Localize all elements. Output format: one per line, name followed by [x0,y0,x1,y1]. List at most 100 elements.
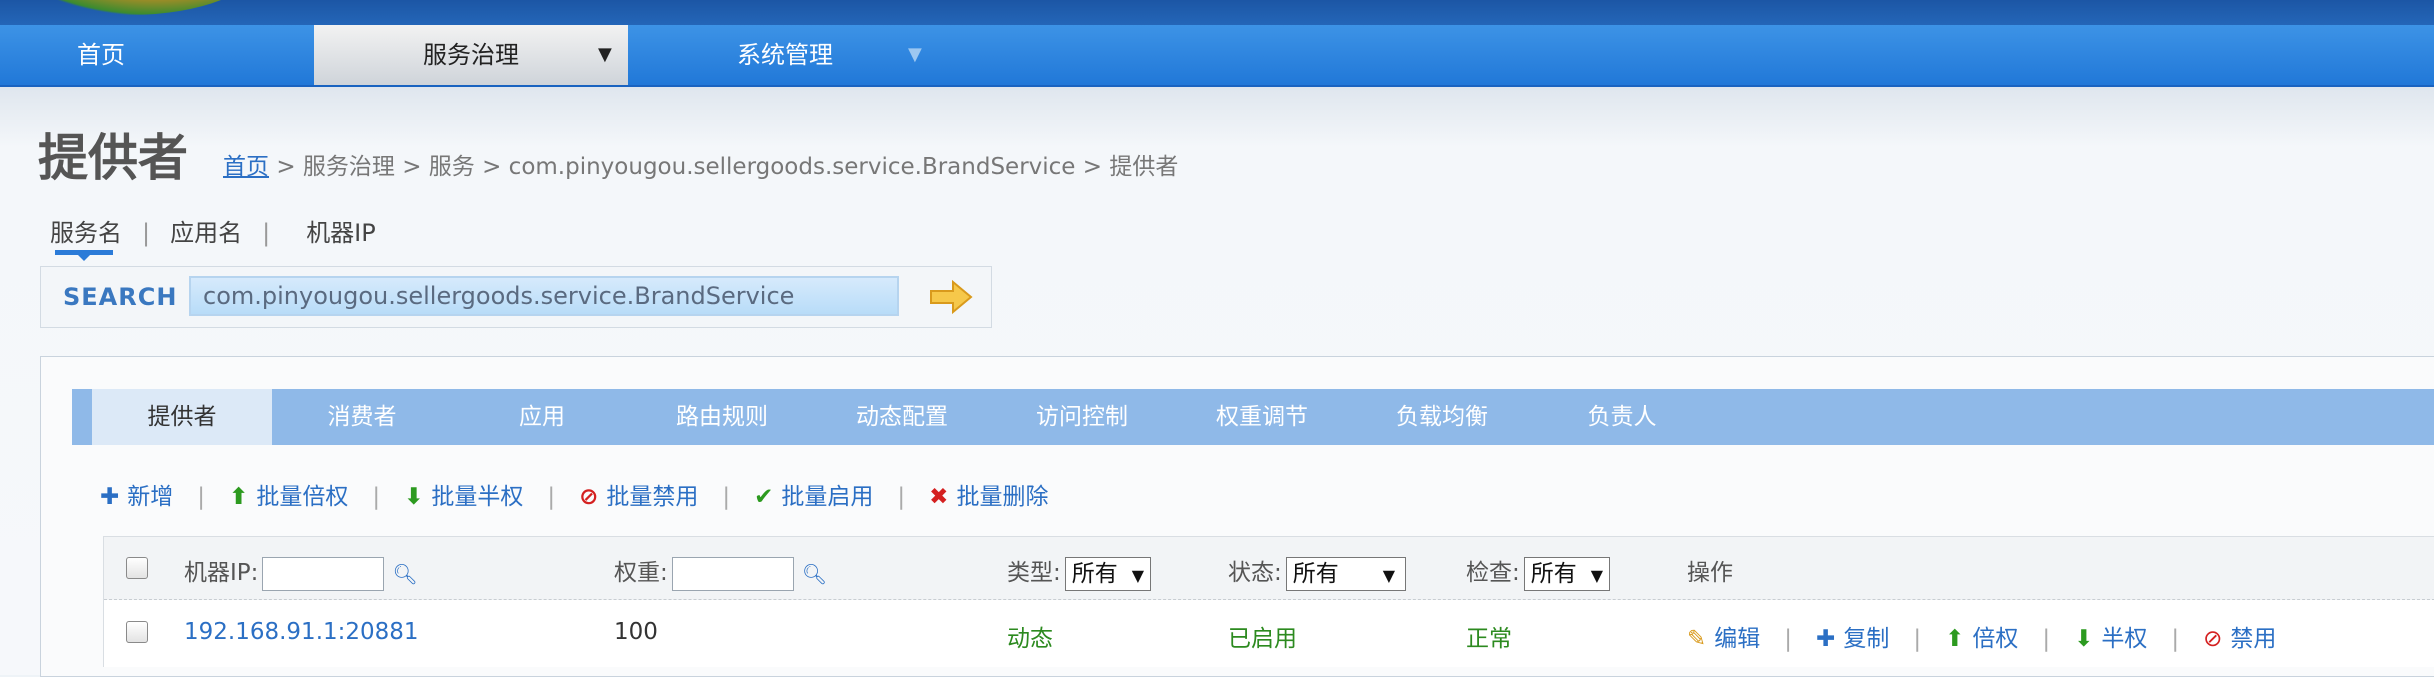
search-label: SEARCH [63,283,178,311]
top-banner [0,0,2434,25]
nav-item-service-governance[interactable]: 服务治理 ▼ [314,25,628,85]
nav-item-label: 系统管理 [737,41,833,69]
nav-item-label: 首页 [77,41,125,69]
action-label: 批量删除 [956,484,1049,510]
divider: | [1784,626,1793,652]
search-icon[interactable]: 🔍︎ [802,562,827,586]
divider: | [262,219,271,247]
divider: | [2042,626,2051,652]
edit-button[interactable]: ✎ 编辑 [1687,619,1760,653]
plus-icon: ✚ [1816,626,1836,652]
copy-button[interactable]: ✚ 复制 [1816,619,1889,653]
chevron-down-icon: ▼ [908,44,922,65]
double-weight-button[interactable]: ⬆ 倍权 [1945,619,2018,653]
op-label: 半权 [2101,626,2148,652]
batch-actions: ✚ 新增 | ⬆ 批量倍权 | ⬇ 批量半权 | ⊘ 批量禁用 | ✔ 批量启用 | ✖ 批量删除 [100,477,1048,511]
weight-filter: 权重: 🔍︎ [614,553,827,591]
tab-consumers[interactable]: 消费者 [272,389,452,445]
type-filter: 类型: 所有 ▼ [1007,553,1152,591]
arrow-up-icon: ⬆ [1945,626,1965,652]
ban-icon: ⊘ [579,484,599,510]
divider: | [2171,626,2180,652]
search-icon[interactable]: 🔍︎ [392,562,417,586]
divider: | [142,219,151,247]
type-select[interactable]: 所有 ▼ [1064,556,1152,591]
column-label: 检查: [1466,560,1520,586]
status-value: 已启用 [1228,626,1297,652]
breadcrumb-home-link[interactable]: 首页 [223,154,269,180]
logo [0,0,260,15]
tab-access-control[interactable]: 访问控制 [992,389,1172,445]
op-label: 倍权 [1972,626,2019,652]
tab-dynamic-config[interactable]: 动态配置 [812,389,992,445]
arrow-down-icon: ⬇ [2074,626,2094,652]
tab-machine-ip[interactable]: 机器IP [306,213,376,248]
action-label: 批量禁用 [606,484,699,510]
select-all-checkbox[interactable] [126,557,148,579]
divider: | [1913,626,1922,652]
batch-enable-button[interactable]: ✔ 批量启用 [754,477,873,511]
ban-icon: ⊘ [2203,626,2223,652]
weight-filter-input[interactable] [671,556,794,591]
tab-routing-rules[interactable]: 路由规则 [632,389,812,445]
divider: | [197,484,206,510]
divider: | [547,484,556,510]
nav-item-home[interactable]: 首页 [0,25,202,85]
main-nav: 首页 服务治理 ▼ 系统管理 ▼ [0,25,2434,87]
action-label: 批量倍权 [256,484,349,510]
plus-icon: ✚ [100,484,120,510]
check-select[interactable]: 所有 ▼ [1523,556,1611,591]
check-filter: 检查: 所有 ▼ [1466,553,1611,591]
sub-tabs: 提供者 消费者 应用 路由规则 动态配置 访问控制 权重调节 负载均衡 负责人 [72,389,2434,445]
breadcrumb-trail: > 服务治理 > 服务 > com.pinyougou.sellergoods.… [276,154,1179,180]
column-label: 类型: [1007,560,1061,586]
action-label: 批量半权 [431,484,524,510]
arrow-right-icon[interactable] [929,279,973,315]
batch-disable-button[interactable]: ⊘ 批量禁用 [579,477,698,511]
ops-header: 操作 [1687,560,1733,586]
batch-double-weight-button[interactable]: ⬆ 批量倍权 [229,477,348,511]
check-value: 正常 [1466,626,1512,652]
tab-service-name[interactable]: 服务名 [50,213,122,248]
active-tab-pointer [78,255,90,261]
tab-owner[interactable]: 负责人 [1532,389,1712,445]
table-header: 机器IP: 🔍︎ 权重: 🔍︎ 类型: 所有 ▼ 状态: 所有 ▼ 检查: 所有 ▼ 操作 [104,537,2434,600]
chevron-down-icon: ▼ [598,44,612,65]
batch-half-weight-button[interactable]: ⬇ 批量半权 [404,477,523,511]
column-label: 机器IP: [184,560,259,586]
action-label: 批量启用 [781,484,874,510]
add-button[interactable]: ✚ 新增 [100,477,173,511]
page-title: 提供者 [38,129,188,187]
ip-filter-input[interactable] [262,556,385,591]
row-checkbox[interactable] [126,621,148,643]
batch-delete-button[interactable]: ✖ 批量删除 [929,477,1048,511]
select-value: 所有 [1292,560,1339,587]
pencil-icon: ✎ [1687,626,1707,652]
status-select[interactable]: 所有 ▼ [1285,556,1407,591]
weight-value: 100 [614,619,658,645]
tab-applications[interactable]: 应用 [452,389,632,445]
tab-load-balance[interactable]: 负载均衡 [1352,389,1532,445]
provider-ip-link[interactable]: 192.168.91.1:20881 [184,619,419,645]
nav-item-label: 服务治理 [423,41,519,69]
tab-app-name[interactable]: 应用名 [170,213,242,248]
tab-providers[interactable]: 提供者 [92,389,272,445]
check-icon: ✔ [754,484,774,510]
action-label: 新增 [127,484,174,510]
search-input[interactable] [189,276,899,316]
select-value: 所有 [1071,560,1118,587]
op-label: 编辑 [1714,626,1761,652]
half-weight-button[interactable]: ⬇ 半权 [2074,619,2147,653]
providers-table: 机器IP: 🔍︎ 权重: 🔍︎ 类型: 所有 ▼ 状态: 所有 ▼ 检查: 所有 ▼ 操作 19… [103,536,2434,667]
ip-filter: 机器IP: 🔍︎ [184,553,418,591]
tab-weight-adjust[interactable]: 权重调节 [1172,389,1352,445]
column-label: 权重: [614,560,668,586]
arrow-down-icon: ⬇ [404,484,424,510]
x-icon: ✖ [929,484,949,510]
disable-button[interactable]: ⊘ 禁用 [2203,619,2276,653]
nav-item-system-management[interactable]: 系统管理 ▼ [628,25,942,85]
op-label: 复制 [1843,626,1890,652]
divider: | [897,484,906,510]
divider: | [372,484,381,510]
chevron-down-icon: ▼ [1590,565,1604,585]
